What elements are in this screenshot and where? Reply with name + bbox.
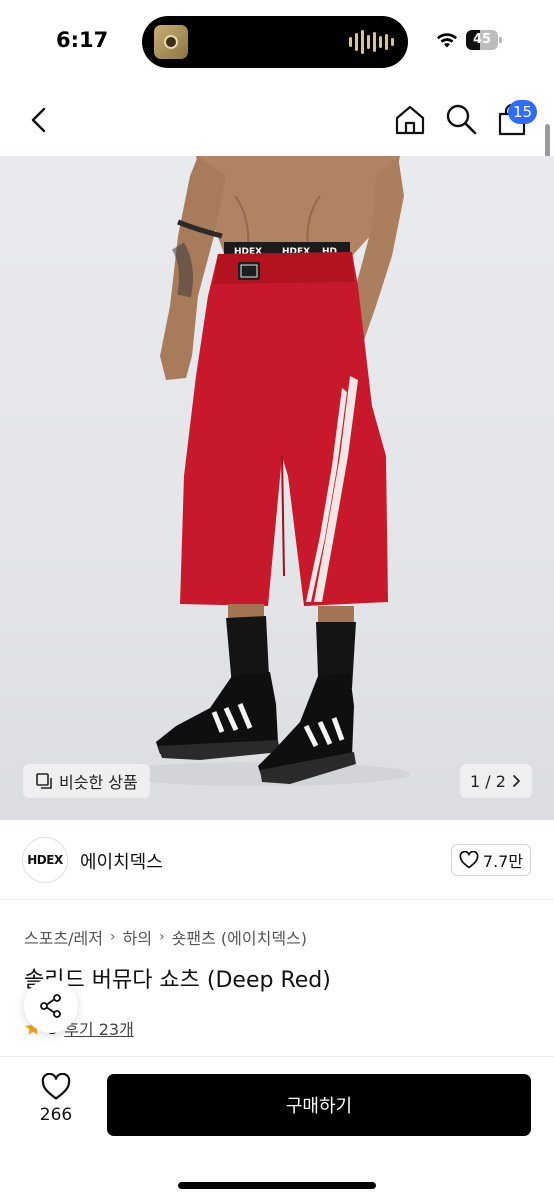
breadcrumb-item[interactable]: 하의 xyxy=(123,925,152,949)
product-photo: HDEX HDEX HD xyxy=(110,156,410,786)
status-bar: 6:17 45 xyxy=(0,0,554,84)
search-icon[interactable] xyxy=(444,102,478,136)
breadcrumb-item[interactable]: 숏팬츠 (에이치덱스) xyxy=(172,925,307,949)
brand-row[interactable]: HDEX 에이치덱스 7.7만 xyxy=(0,820,554,900)
battery-indicator: 45 xyxy=(466,30,502,50)
status-time: 6:17 xyxy=(56,28,109,52)
cart-count-badge: 15 xyxy=(508,100,538,124)
heart-icon xyxy=(459,851,479,869)
brand-logo[interactable]: HDEX xyxy=(22,837,68,883)
chevron-right-icon: › xyxy=(159,929,165,945)
chevron-right-icon: › xyxy=(110,929,116,945)
brand-like-button[interactable]: 7.7만 xyxy=(451,844,531,876)
breadcrumb-item[interactable]: 스포츠/레저 xyxy=(24,925,103,949)
dynamic-island[interactable] xyxy=(142,16,408,68)
brand-like-count: 7.7만 xyxy=(482,852,524,871)
share-button[interactable] xyxy=(24,979,78,1033)
share-icon xyxy=(40,994,61,1018)
audio-waveform-icon xyxy=(349,30,394,54)
breadcrumb: 스포츠/레저 › 하의 › 숏팬츠 (에이치덱스) xyxy=(24,925,307,949)
chevron-left-icon[interactable] xyxy=(24,104,56,136)
bottom-action-bar: 266 구매하기 xyxy=(0,1056,554,1200)
product-image-carousel[interactable]: HDEX HDEX HD 비슷한 상품 1 / 2 xyxy=(0,156,554,820)
wifi-icon xyxy=(437,33,457,48)
similar-items-icon xyxy=(36,773,52,789)
review-count-link[interactable]: 후기 23개 xyxy=(64,1016,134,1040)
similar-products-button[interactable]: 비슷한 상품 xyxy=(23,764,150,798)
wishlist-count: 266 xyxy=(39,1105,73,1125)
buy-button[interactable]: 구매하기 xyxy=(107,1074,531,1136)
brand-name[interactable]: 에이치덱스 xyxy=(80,848,163,874)
image-pager[interactable]: 1 / 2 xyxy=(460,764,532,798)
home-icon[interactable] xyxy=(392,102,428,138)
top-nav-bar xyxy=(0,84,554,156)
heart-icon xyxy=(41,1073,71,1100)
similar-products-label: 비슷한 상품 xyxy=(59,773,138,792)
home-indicator xyxy=(178,1182,376,1189)
now-playing-artwork xyxy=(154,25,188,59)
battery-level: 45 xyxy=(472,32,492,47)
image-pager-label: 1 / 2 xyxy=(470,771,506,791)
wishlist-button[interactable]: 266 xyxy=(24,1073,88,1139)
chevron-right-icon xyxy=(513,775,520,787)
